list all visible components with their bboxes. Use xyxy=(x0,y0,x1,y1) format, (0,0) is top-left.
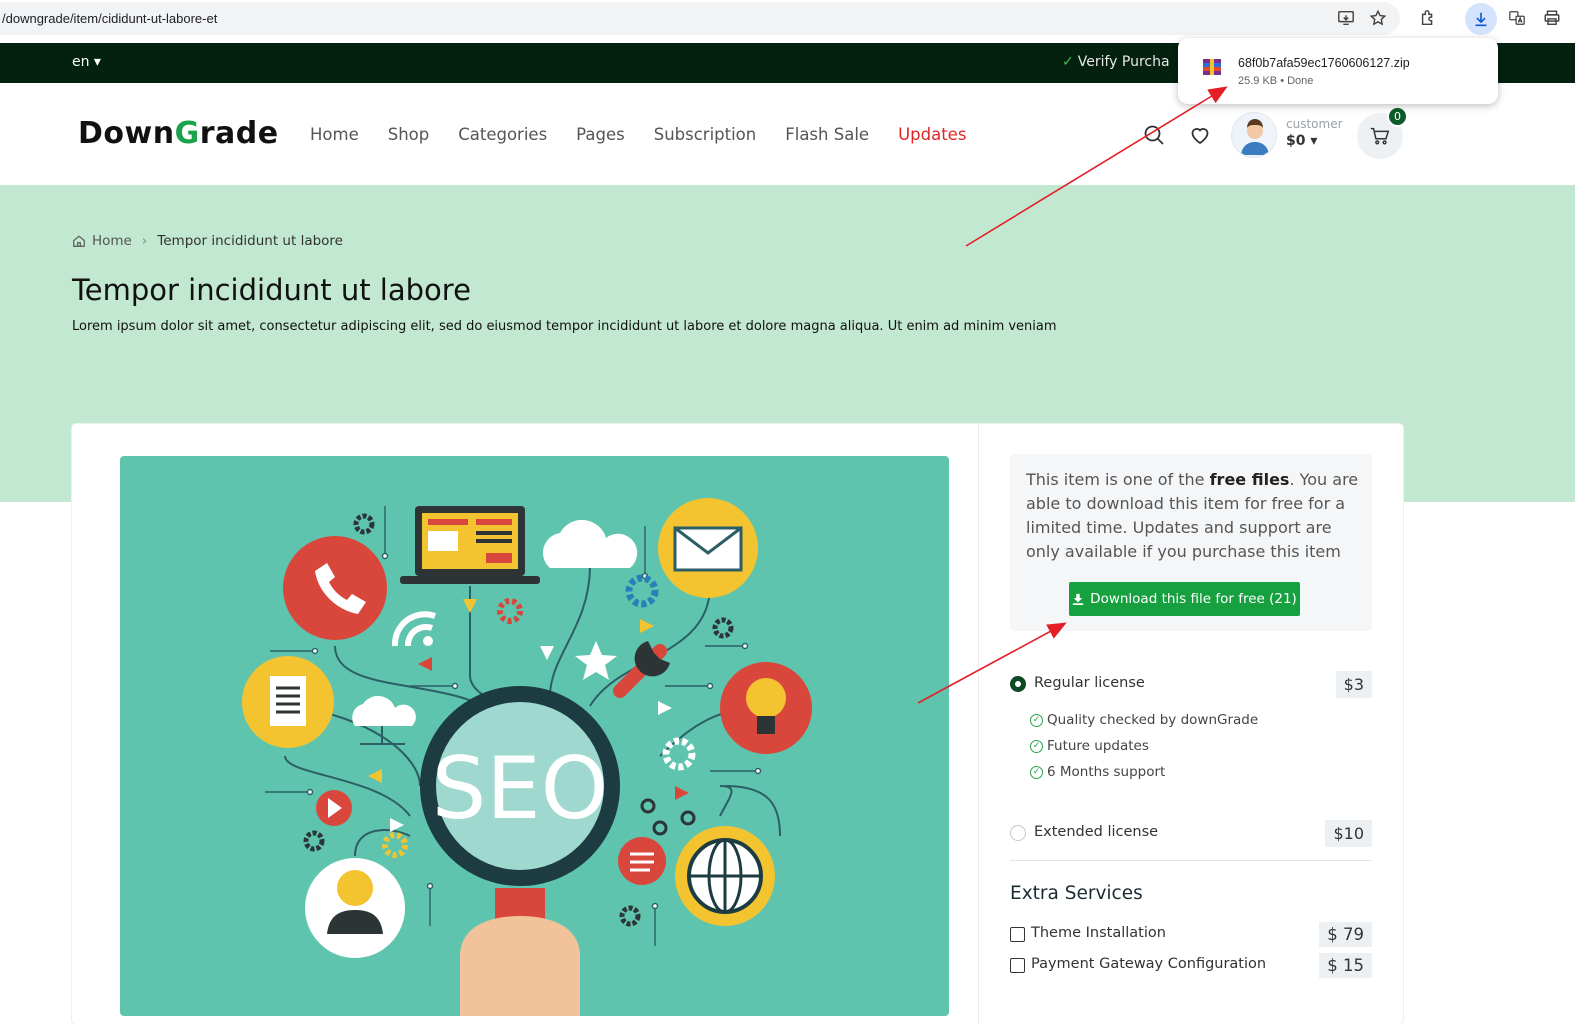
license-option-extended[interactable]: Extended license $10 xyxy=(1010,820,1372,848)
service-label: Payment Gateway Configuration xyxy=(1031,956,1267,972)
seo-illustration: SEO xyxy=(242,498,812,1016)
license-label: Extended license xyxy=(1034,824,1159,840)
service-checkbox[interactable] xyxy=(1010,958,1025,973)
column-divider xyxy=(978,424,979,1024)
check-circle-icon: ✓ xyxy=(1030,765,1043,779)
seo-label: SEO xyxy=(432,739,609,839)
nav-home[interactable]: Home xyxy=(310,125,359,144)
cart-icon xyxy=(1370,127,1390,145)
customer-balance[interactable]: $0 ▾ xyxy=(1286,133,1317,149)
service-label: Theme Installation xyxy=(1031,925,1166,941)
nav-categories[interactable]: Categories xyxy=(458,125,547,144)
free-file-text: This item is one of the free files. You … xyxy=(1026,468,1361,564)
breadcrumb-current: Tempor incididunt ut labore xyxy=(157,233,343,249)
downloads-icon[interactable] xyxy=(1465,3,1497,35)
radio-selected-icon[interactable] xyxy=(1010,676,1026,692)
url-text[interactable]: /downgrade/item/cididunt-ut-labore-et xyxy=(2,11,217,26)
cast-icon[interactable] xyxy=(1335,7,1357,29)
radio-unselected-icon[interactable] xyxy=(1010,825,1026,841)
translate-icon[interactable] xyxy=(1506,7,1528,29)
customer-avatar[interactable] xyxy=(1231,112,1277,158)
license-option-regular[interactable]: Regular license $3 xyxy=(1010,671,1372,699)
license-price: $3 xyxy=(1335,671,1372,698)
feature-label: 6 Months support xyxy=(1047,764,1166,780)
zip-archive-icon xyxy=(1203,59,1221,75)
logo-part: Down xyxy=(78,116,175,151)
section-divider xyxy=(1010,860,1372,861)
download-meta: 25.9 KB • Done xyxy=(1238,75,1314,87)
chevron-right-icon: › xyxy=(141,233,148,249)
download-filename[interactable]: 68f0b7afa59ec1760606127.zip xyxy=(1238,56,1410,70)
nav-pages[interactable]: Pages xyxy=(576,125,625,144)
home-icon xyxy=(73,235,85,247)
license-feature: ✓ 6 Months support xyxy=(1030,764,1165,780)
feature-label: Future updates xyxy=(1047,738,1149,754)
free-text-part: This item is one of the xyxy=(1026,470,1210,489)
extensions-icon[interactable] xyxy=(1417,7,1439,29)
nav-flash-sale[interactable]: Flash Sale xyxy=(785,125,869,144)
verify-label: Verify Purcha xyxy=(1077,54,1170,70)
page-title: Tempor incididunt ut labore xyxy=(72,273,471,307)
extra-services-title: Extra Services xyxy=(1010,883,1143,904)
service-option[interactable]: Theme Installation $ 79 xyxy=(1010,922,1372,948)
logo-part: rade xyxy=(199,116,279,151)
avatar-user-icon xyxy=(1241,119,1269,155)
download-icon xyxy=(1073,593,1084,605)
product-preview-image[interactable]: SEO xyxy=(120,456,949,1016)
service-price: $ 79 xyxy=(1319,922,1372,947)
license-label: Regular license xyxy=(1034,675,1145,691)
customer-label: customer xyxy=(1286,117,1343,131)
download-button-label: Download this file for free (21) xyxy=(1090,591,1297,607)
nav-shop[interactable]: Shop xyxy=(388,125,430,144)
download-free-button[interactable]: Download this file for free (21) xyxy=(1069,582,1300,616)
breadcrumb: Home › Tempor incididunt ut labore xyxy=(72,233,343,249)
check-circle-icon: ✓ xyxy=(1030,713,1043,727)
feature-label: Quality checked by downGrade xyxy=(1047,712,1259,728)
search-icon[interactable] xyxy=(1142,123,1166,147)
breadcrumb-home[interactable]: Home xyxy=(92,233,132,249)
logo-accent: G xyxy=(174,116,200,151)
main-nav: Home Shop Categories Pages Subscription … xyxy=(310,125,966,144)
license-price: $10 xyxy=(1325,820,1372,847)
language-selector[interactable]: en ▾ xyxy=(72,54,101,70)
nav-subscription[interactable]: Subscription xyxy=(654,125,757,144)
download-popup[interactable]: 68f0b7afa59ec1760606127.zip 25.9 KB • Do… xyxy=(1178,38,1498,104)
license-feature: ✓ Quality checked by downGrade xyxy=(1030,712,1258,728)
cart-count-badge: 0 xyxy=(1387,106,1408,127)
check-icon: ✓ xyxy=(1062,54,1074,70)
service-option[interactable]: Payment Gateway Configuration $ 15 xyxy=(1010,953,1372,979)
nav-updates[interactable]: Updates xyxy=(898,125,966,144)
wishlist-heart-icon[interactable] xyxy=(1188,123,1212,147)
print-icon[interactable] xyxy=(1541,7,1563,29)
service-price: $ 15 xyxy=(1319,953,1372,978)
site-logo[interactable]: DownGrade xyxy=(78,116,279,151)
free-text-emphasis: free files xyxy=(1209,470,1290,489)
license-feature: ✓ Future updates xyxy=(1030,738,1149,754)
verify-purchase-link[interactable]: ✓ Verify Purcha xyxy=(1062,54,1170,70)
page-description: Lorem ipsum dolor sit amet, consectetur … xyxy=(72,319,1057,334)
address-bar[interactable]: /downgrade/item/cididunt-ut-labore-et xyxy=(0,2,1400,35)
service-checkbox[interactable] xyxy=(1010,927,1025,942)
bookmark-star-icon[interactable] xyxy=(1367,7,1389,29)
browser-toolbar: /downgrade/item/cididunt-ut-labore-et xyxy=(0,0,1575,38)
check-circle-icon: ✓ xyxy=(1030,739,1043,753)
free-file-notice: This item is one of the free files. You … xyxy=(1010,454,1372,631)
